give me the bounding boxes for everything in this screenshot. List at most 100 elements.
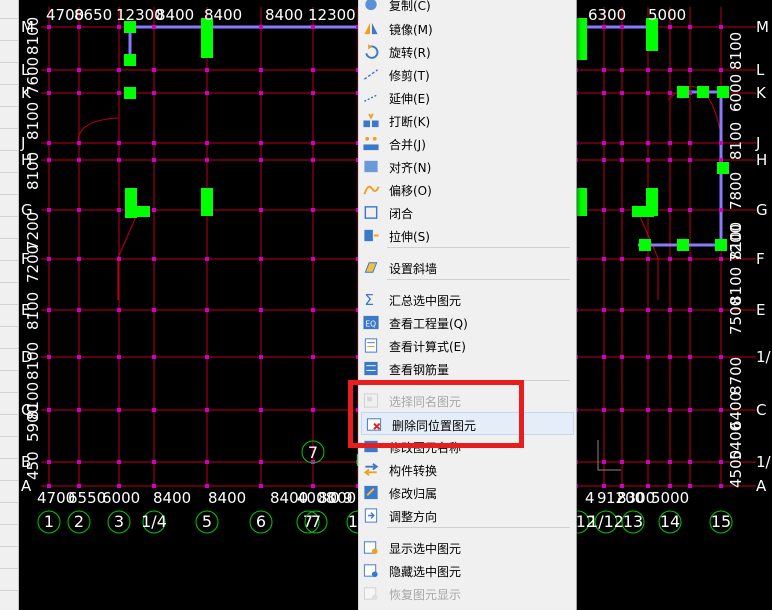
menu-item[interactable]: 偏移(O) — [359, 178, 572, 201]
grid-node-point — [620, 408, 624, 412]
menu-item[interactable]: 打断(K) — [359, 109, 572, 132]
panel-row-line — [0, 40, 18, 41]
panel-row-line — [0, 458, 18, 459]
grid-node-point — [117, 141, 121, 145]
grid-node-point — [646, 141, 650, 145]
grid-node-point — [688, 355, 692, 359]
grid-node-point — [205, 158, 209, 162]
panel-row-line — [0, 84, 18, 85]
menu-item[interactable]: 修剪(T) — [359, 63, 572, 86]
menu-item[interactable]: 对齐(N) — [359, 155, 572, 178]
grid-node-point — [152, 355, 156, 359]
grid-node-point — [719, 68, 723, 72]
grid-node-point — [259, 158, 263, 162]
grid-node-point — [259, 25, 263, 29]
top-dimension-label: 8650 — [74, 6, 112, 24]
grid-node-point — [259, 208, 263, 212]
menu-item-label: 对齐(N) — [389, 161, 432, 175]
grid-node-point — [117, 355, 121, 359]
menu-item[interactable]: 复制(C) — [359, 0, 572, 16]
copy-icon — [365, 0, 377, 11]
grid-node-point — [688, 257, 692, 261]
grid-node-point — [688, 25, 692, 29]
panel-row-line — [0, 436, 18, 437]
panel-row-line — [0, 304, 18, 305]
extend-icon — [364, 94, 378, 102]
grid-node-point — [152, 460, 156, 464]
right-axis-label: L — [756, 61, 765, 79]
menu-item[interactable]: EQ 查看工程量(Q) — [359, 311, 572, 334]
grid-node-point — [668, 484, 672, 488]
menu-item[interactable]: 调整方向 — [359, 504, 572, 527]
menu-item-label: 调整方向 — [389, 510, 438, 524]
bottom-dimension-label: 4 — [585, 489, 595, 507]
grid-node-point — [668, 91, 672, 95]
column-marker — [697, 86, 709, 98]
grid-node-point — [620, 460, 624, 464]
menu-item[interactable]: 闭合 — [359, 201, 572, 224]
rebar-icon — [364, 361, 378, 376]
bottom-axis-label: 13 — [623, 512, 643, 531]
align-icon — [364, 160, 378, 173]
menu-item[interactable]: 合并(J) — [359, 132, 572, 155]
grid-node-point — [117, 68, 121, 72]
menu-item[interactable]: 设置斜墙 — [359, 256, 572, 279]
bottom-axis-label: 7 — [311, 512, 321, 531]
left-axis-label: B — [21, 453, 31, 471]
grid-node-point — [259, 257, 263, 261]
quantity-icon: EQ — [363, 315, 379, 330]
menu-item-label: 旋转(R) — [389, 46, 431, 60]
stretch-icon — [364, 229, 379, 242]
menu-item-label: 偏移(O) — [389, 184, 432, 198]
show-icon — [363, 541, 378, 555]
menu-item[interactable]: 查看计算式(E) — [359, 334, 572, 357]
close-shape-icon — [364, 206, 378, 219]
grid-node-point — [117, 91, 121, 95]
bottom-dimension-label: 8400 — [153, 489, 191, 507]
right-axis-label: 1/D — [756, 348, 772, 366]
grid-node-point — [47, 91, 51, 95]
convert-icon — [363, 463, 379, 476]
formula-icon — [364, 338, 378, 353]
right-axis-label: C — [756, 401, 766, 419]
menu-item[interactable]: 拉伸(S) — [359, 224, 572, 247]
column-marker — [639, 239, 651, 251]
grid-node-point — [117, 408, 121, 412]
menu-item[interactable]: 隐藏选中图元 — [359, 559, 572, 582]
grid-node-point — [117, 257, 121, 261]
left-axis-label: H — [21, 151, 32, 169]
panel-row-line — [0, 502, 18, 503]
menu-item[interactable]: 镜像(M) — [359, 17, 572, 40]
grid-node-point — [47, 484, 51, 488]
menu-item[interactable]: 延伸(E) — [359, 86, 572, 109]
grid-node-point — [646, 460, 650, 464]
right-dimension-label: 4500 — [727, 450, 745, 488]
grid-node-point — [205, 91, 209, 95]
mirror-icon — [364, 22, 378, 35]
menu-item-label: 打断(K) — [389, 115, 431, 129]
grid-node-point — [152, 68, 156, 72]
grid-node-point — [688, 308, 692, 312]
left-axis-label: G — [21, 201, 33, 219]
menu-item[interactable]: 构件转换 — [359, 458, 572, 481]
grid-node-point — [77, 484, 81, 488]
right-axis-label: G — [756, 201, 768, 219]
grid-node-point — [719, 141, 723, 145]
menu-item[interactable]: Σ 汇总选中图元 — [359, 288, 572, 311]
menu-item-label: 查看钢筋量 — [389, 363, 450, 377]
top-dimension-label: 12300 — [308, 6, 356, 24]
column-marker — [632, 206, 654, 217]
ownership-icon — [364, 485, 378, 500]
menu-item[interactable]: 修改归属 — [359, 481, 572, 504]
grid-node-point — [152, 308, 156, 312]
menu-item[interactable]: 查看钢筋量 — [359, 357, 572, 380]
bottom-axis-label: 15 — [711, 512, 731, 531]
grid-node-point — [646, 308, 650, 312]
bottom-dimension-label: 5000 — [651, 489, 689, 507]
menu-item[interactable]: 旋转(R) — [359, 40, 572, 63]
right-dimension-label: 8100 — [727, 32, 745, 70]
menu-item[interactable]: 显示选中图元 — [359, 536, 572, 559]
right-axis-label: J — [755, 134, 760, 152]
grid-node-point — [47, 355, 51, 359]
grid-node-point — [47, 68, 51, 72]
